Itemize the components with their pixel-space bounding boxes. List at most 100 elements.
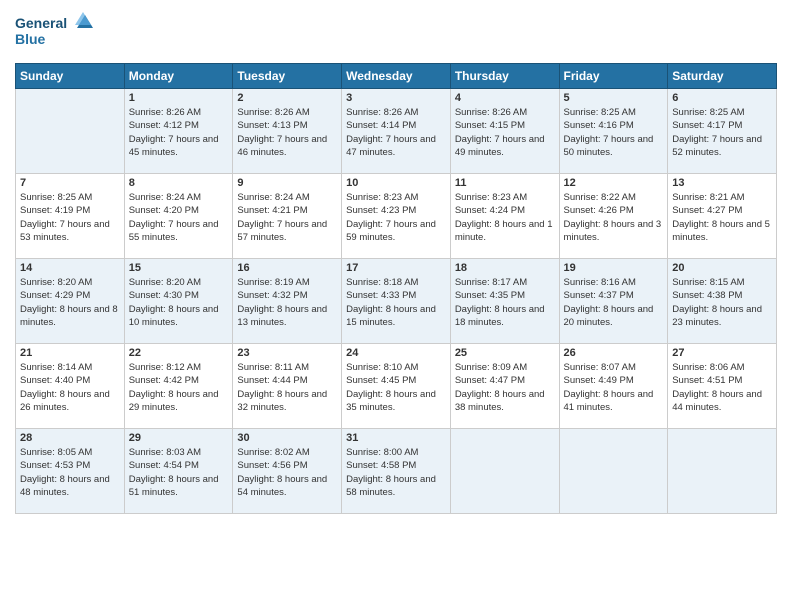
- day-number: 29: [129, 432, 229, 444]
- svg-text:Blue: Blue: [15, 31, 46, 47]
- day-info: Sunrise: 8:25 AMSunset: 4:17 PMDaylight:…: [672, 106, 772, 159]
- weekday-header-wednesday: Wednesday: [342, 64, 451, 89]
- calendar-cell: 3 Sunrise: 8:26 AMSunset: 4:14 PMDaylight…: [342, 89, 451, 174]
- day-number: 14: [20, 262, 120, 274]
- calendar-cell: [668, 429, 777, 514]
- day-number: 28: [20, 432, 120, 444]
- calendar-cell: 23Sunrise: 8:11 AMSunset: 4:44 PMDayligh…: [233, 344, 342, 429]
- day-info: Sunrise: 8:26 AMSunset: 4:13 PMDaylight:…: [237, 106, 337, 159]
- day-info: Sunrise: 8:05 AMSunset: 4:53 PMDaylight:…: [20, 446, 120, 499]
- day-number: 5: [564, 92, 664, 104]
- weekday-header-thursday: Thursday: [450, 64, 559, 89]
- day-number: 17: [346, 262, 446, 274]
- day-number: 21: [20, 347, 120, 359]
- day-info: Sunrise: 8:26 AMSunset: 4:14 PMDaylight:…: [346, 106, 446, 159]
- calendar-cell: 18 Sunrise: 8:17 AMSunset: 4:35 PMDayligh…: [450, 259, 559, 344]
- calendar-cell: 24 Sunrise: 8:10 AMSunset: 4:45 PMDayligh…: [342, 344, 451, 429]
- day-number: 31: [346, 432, 446, 444]
- day-number: 2: [237, 92, 337, 104]
- day-info: Sunrise: 8:25 AMSunset: 4:16 PMDaylight:…: [564, 106, 664, 159]
- calendar-cell: 10 Sunrise: 8:23 AMSunset: 4:23 PMDayligh…: [342, 174, 451, 259]
- day-number: 25: [455, 347, 555, 359]
- calendar-cell: 20Sunrise: 8:15 AMSunset: 4:38 PMDayligh…: [668, 259, 777, 344]
- week-row-5: 28 Sunrise: 8:05 AMSunset: 4:53 PMDayligh…: [16, 429, 777, 514]
- day-info: Sunrise: 8:24 AMSunset: 4:21 PMDaylight:…: [237, 191, 337, 244]
- day-info: Sunrise: 8:26 AMSunset: 4:12 PMDaylight:…: [129, 106, 229, 159]
- calendar-cell: 14Sunrise: 8:20 AMSunset: 4:29 PMDayligh…: [16, 259, 125, 344]
- day-number: 27: [672, 347, 772, 359]
- weekday-header-monday: Monday: [124, 64, 233, 89]
- day-info: Sunrise: 8:00 AMSunset: 4:58 PMDaylight:…: [346, 446, 446, 499]
- day-info: Sunrise: 8:12 AMSunset: 4:42 PMDaylight:…: [129, 361, 229, 414]
- day-number: 10: [346, 177, 446, 189]
- calendar-cell: 6 Sunrise: 8:25 AMSunset: 4:17 PMDaylight…: [668, 89, 777, 174]
- weekday-header-tuesday: Tuesday: [233, 64, 342, 89]
- week-row-1: 1 Sunrise: 8:26 AMSunset: 4:12 PMDaylight…: [16, 89, 777, 174]
- page-header: General Blue: [15, 10, 777, 55]
- weekday-header-sunday: Sunday: [16, 64, 125, 89]
- day-info: Sunrise: 8:24 AMSunset: 4:20 PMDaylight:…: [129, 191, 229, 244]
- day-info: Sunrise: 8:23 AMSunset: 4:23 PMDaylight:…: [346, 191, 446, 244]
- calendar-cell: 31 Sunrise: 8:00 AMSunset: 4:58 PMDayligh…: [342, 429, 451, 514]
- weekday-header-row: SundayMondayTuesdayWednesdayThursdayFrid…: [16, 64, 777, 89]
- calendar-cell: 9 Sunrise: 8:24 AMSunset: 4:21 PMDaylight…: [233, 174, 342, 259]
- day-number: 18: [455, 262, 555, 274]
- week-row-4: 21 Sunrise: 8:14 AMSunset: 4:40 PMDayligh…: [16, 344, 777, 429]
- day-info: Sunrise: 8:14 AMSunset: 4:40 PMDaylight:…: [20, 361, 120, 414]
- day-number: 15: [129, 262, 229, 274]
- day-number: 9: [237, 177, 337, 189]
- calendar-cell: 25 Sunrise: 8:09 AMSunset: 4:47 PMDayligh…: [450, 344, 559, 429]
- day-number: 6: [672, 92, 772, 104]
- calendar-cell: 17 Sunrise: 8:18 AMSunset: 4:33 PMDayligh…: [342, 259, 451, 344]
- calendar-cell: [450, 429, 559, 514]
- day-number: 7: [20, 177, 120, 189]
- day-number: 4: [455, 92, 555, 104]
- day-info: Sunrise: 8:02 AMSunset: 4:56 PMDaylight:…: [237, 446, 337, 499]
- day-number: 20: [672, 262, 772, 274]
- day-number: 24: [346, 347, 446, 359]
- calendar-cell: 13Sunrise: 8:21 AMSunset: 4:27 PMDayligh…: [668, 174, 777, 259]
- day-number: 12: [564, 177, 664, 189]
- calendar-cell: 27 Sunrise: 8:06 AMSunset: 4:51 PMDayligh…: [668, 344, 777, 429]
- calendar-cell: 7 Sunrise: 8:25 AMSunset: 4:19 PMDaylight…: [16, 174, 125, 259]
- day-info: Sunrise: 8:11 AMSunset: 4:44 PMDaylight:…: [237, 361, 337, 414]
- day-info: Sunrise: 8:21 AMSunset: 4:27 PMDaylight:…: [672, 191, 772, 244]
- day-number: 26: [564, 347, 664, 359]
- calendar-cell: 15 Sunrise: 8:20 AMSunset: 4:30 PMDayligh…: [124, 259, 233, 344]
- day-info: Sunrise: 8:25 AMSunset: 4:19 PMDaylight:…: [20, 191, 120, 244]
- calendar-cell: 1 Sunrise: 8:26 AMSunset: 4:12 PMDaylight…: [124, 89, 233, 174]
- calendar-cell: [16, 89, 125, 174]
- calendar-cell: [559, 429, 668, 514]
- day-info: Sunrise: 8:03 AMSunset: 4:54 PMDaylight:…: [129, 446, 229, 499]
- day-number: 1: [129, 92, 229, 104]
- calendar-cell: 2 Sunrise: 8:26 AMSunset: 4:13 PMDaylight…: [233, 89, 342, 174]
- calendar-cell: 4 Sunrise: 8:26 AMSunset: 4:15 PMDaylight…: [450, 89, 559, 174]
- day-info: Sunrise: 8:20 AMSunset: 4:30 PMDaylight:…: [129, 276, 229, 329]
- day-number: 22: [129, 347, 229, 359]
- day-number: 8: [129, 177, 229, 189]
- weekday-header-friday: Friday: [559, 64, 668, 89]
- calendar-cell: 12Sunrise: 8:22 AMSunset: 4:26 PMDayligh…: [559, 174, 668, 259]
- logo-svg: General Blue: [15, 10, 95, 55]
- week-row-3: 14Sunrise: 8:20 AMSunset: 4:29 PMDayligh…: [16, 259, 777, 344]
- day-number: 3: [346, 92, 446, 104]
- weekday-header-saturday: Saturday: [668, 64, 777, 89]
- day-number: 19: [564, 262, 664, 274]
- logo: General Blue: [15, 10, 95, 55]
- day-info: Sunrise: 8:18 AMSunset: 4:33 PMDaylight:…: [346, 276, 446, 329]
- day-info: Sunrise: 8:09 AMSunset: 4:47 PMDaylight:…: [455, 361, 555, 414]
- calendar-cell: 16Sunrise: 8:19 AMSunset: 4:32 PMDayligh…: [233, 259, 342, 344]
- day-info: Sunrise: 8:17 AMSunset: 4:35 PMDaylight:…: [455, 276, 555, 329]
- calendar-cell: 26 Sunrise: 8:07 AMSunset: 4:49 PMDayligh…: [559, 344, 668, 429]
- calendar-cell: 21 Sunrise: 8:14 AMSunset: 4:40 PMDayligh…: [16, 344, 125, 429]
- day-info: Sunrise: 8:06 AMSunset: 4:51 PMDaylight:…: [672, 361, 772, 414]
- day-info: Sunrise: 8:16 AMSunset: 4:37 PMDaylight:…: [564, 276, 664, 329]
- day-number: 30: [237, 432, 337, 444]
- day-number: 11: [455, 177, 555, 189]
- day-info: Sunrise: 8:07 AMSunset: 4:49 PMDaylight:…: [564, 361, 664, 414]
- day-info: Sunrise: 8:19 AMSunset: 4:32 PMDaylight:…: [237, 276, 337, 329]
- day-info: Sunrise: 8:26 AMSunset: 4:15 PMDaylight:…: [455, 106, 555, 159]
- calendar-cell: 5 Sunrise: 8:25 AMSunset: 4:16 PMDaylight…: [559, 89, 668, 174]
- calendar-cell: 11Sunrise: 8:23 AMSunset: 4:24 PMDayligh…: [450, 174, 559, 259]
- day-info: Sunrise: 8:10 AMSunset: 4:45 PMDaylight:…: [346, 361, 446, 414]
